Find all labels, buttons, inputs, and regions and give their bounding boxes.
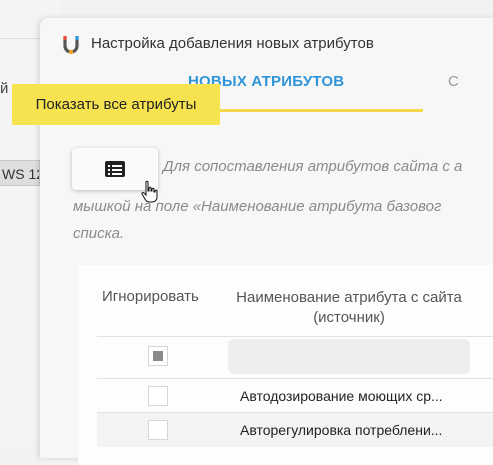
- attribute-name: Автодозирование моющих ср...: [240, 388, 443, 404]
- magnet-logo-icon: [63, 36, 79, 55]
- modal-title: Настройка добавления новых атрибутов: [91, 35, 374, 52]
- background-divider: [0, 38, 40, 39]
- tab-next[interactable]: С: [448, 73, 459, 90]
- background-text: й: [0, 80, 9, 97]
- modal-header: Настройка добавления новых атрибутов: [40, 18, 493, 70]
- ignore-checkbox[interactable]: [148, 420, 168, 440]
- hand-cursor-icon: [141, 180, 158, 203]
- background-chip[interactable]: WS 12: [0, 160, 40, 186]
- hint-line-1: Для сопоставления атрибутов сайта с а: [163, 158, 463, 175]
- column-header-source-name: Наименование атрибута с сайта (источник): [236, 289, 462, 326]
- select-all-checkbox[interactable]: [148, 346, 168, 366]
- ignore-checkbox[interactable]: [148, 386, 168, 406]
- hint-line-3: списка.: [73, 225, 125, 242]
- header-divider: [97, 336, 493, 337]
- column-header-ignore: Игнорировать: [102, 288, 199, 305]
- hint-line-2: мышкой на поле «Наименование атрибута ба…: [73, 198, 442, 215]
- source-name-filter-input[interactable]: [228, 339, 470, 374]
- attribute-name: Авторегулировка потреблени...: [240, 422, 443, 438]
- tooltip: Показать все атрибуты: [12, 84, 220, 125]
- row-divider: [97, 378, 493, 379]
- list-icon: [105, 161, 125, 177]
